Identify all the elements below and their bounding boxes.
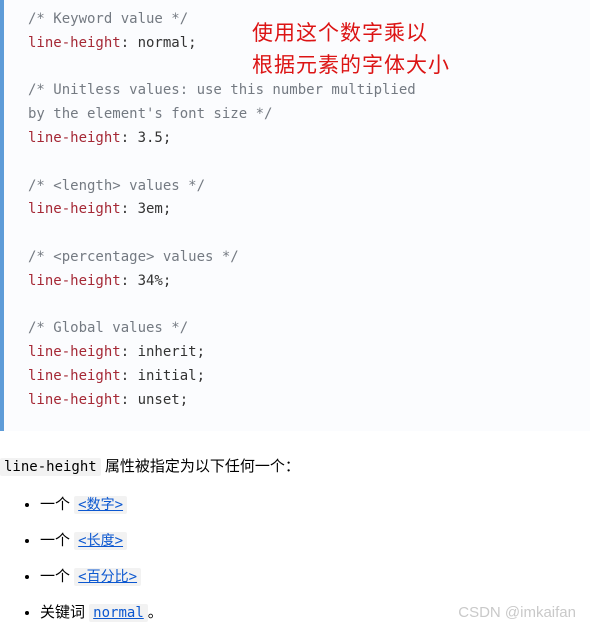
inline-code: line-height <box>0 458 101 476</box>
code-comment: by the element's font size */ <box>28 106 272 122</box>
code-colon: : <box>121 392 138 408</box>
code-value: 34% <box>138 273 163 289</box>
annotation-line: 根据元素的字体大小 <box>252 50 450 82</box>
code-comment: /* <percentage> values */ <box>28 249 239 265</box>
code-semi: ; <box>197 368 205 384</box>
code-property: line-height <box>28 201 121 217</box>
code-semi: ; <box>188 35 196 51</box>
code-colon: : <box>121 130 138 146</box>
code-block: 使用这个数字乘以 根据元素的字体大小 /* Keyword value */ l… <box>0 0 590 431</box>
code-property: line-height <box>28 392 121 408</box>
code-property: line-height <box>28 130 121 146</box>
code-line: line-height: 3em; <box>28 198 590 222</box>
code-line: line-height: 34%; <box>28 270 590 294</box>
li-prefix: 一个 <box>40 568 74 585</box>
code-value: normal <box>138 35 189 51</box>
code-comment: /* Global values */ <box>28 320 188 336</box>
code-blank <box>28 294 590 318</box>
link-normal[interactable]: normal <box>89 604 148 622</box>
code-line: by the element's font size */ <box>28 103 590 127</box>
link-number[interactable]: <数字> <box>74 496 127 514</box>
prose-block: line-height 属性被指定为以下任何一个： 一个 <数字> 一个 <长度… <box>0 431 590 625</box>
watermark: CSDN @imkaifan <box>458 604 576 621</box>
code-comment: /* Keyword value */ <box>28 11 188 27</box>
code-property: line-height <box>28 344 121 360</box>
code-blank <box>28 222 590 246</box>
code-colon: : <box>121 368 138 384</box>
li-suffix: 。 <box>148 604 163 621</box>
code-property: line-height <box>28 273 121 289</box>
list-item: 一个 <百分比> <box>40 565 590 589</box>
code-value: inherit <box>138 344 197 360</box>
code-semi: ; <box>163 201 171 217</box>
code-value: 3em <box>138 201 163 217</box>
code-property: line-height <box>28 35 121 51</box>
li-prefix: 一个 <box>40 496 74 513</box>
code-line: /* Global values */ <box>28 317 590 341</box>
code-semi: ; <box>180 392 188 408</box>
code-comment: /* <length> values */ <box>28 178 205 194</box>
code-semi: ; <box>163 273 171 289</box>
code-value: initial <box>138 368 197 384</box>
li-prefix: 关键词 <box>40 604 89 621</box>
code-line: /* Unitless values: use this number mult… <box>28 79 590 103</box>
link-percentage[interactable]: <百分比> <box>74 568 141 586</box>
code-property: line-height <box>28 368 121 384</box>
code-line: line-height: 3.5; <box>28 127 590 151</box>
code-semi: ; <box>197 344 205 360</box>
code-line: line-height: initial; <box>28 365 590 389</box>
code-value: 3.5 <box>138 130 163 146</box>
code-value: unset <box>138 392 180 408</box>
code-colon: : <box>121 273 138 289</box>
code-line: /* <percentage> values */ <box>28 246 590 270</box>
code-semi: ; <box>163 130 171 146</box>
code-colon: : <box>121 201 138 217</box>
code-colon: : <box>121 344 138 360</box>
code-line: line-height: unset; <box>28 389 590 413</box>
annotation-line: 使用这个数字乘以 <box>252 18 450 50</box>
prose-paragraph: line-height 属性被指定为以下任何一个： <box>0 455 590 479</box>
code-colon: : <box>121 35 138 51</box>
link-length[interactable]: <长度> <box>74 532 127 550</box>
annotation-overlay: 使用这个数字乘以 根据元素的字体大小 <box>252 18 450 81</box>
code-line: /* <length> values */ <box>28 175 590 199</box>
code-comment: /* Unitless values: use this number mult… <box>28 82 416 98</box>
li-prefix: 一个 <box>40 532 74 549</box>
list-item: 一个 <长度> <box>40 529 590 553</box>
code-line: line-height: inherit; <box>28 341 590 365</box>
code-blank <box>28 151 590 175</box>
list-item: 一个 <数字> <box>40 493 590 517</box>
prose-text: 属性被指定为以下任何一个： <box>101 458 300 475</box>
